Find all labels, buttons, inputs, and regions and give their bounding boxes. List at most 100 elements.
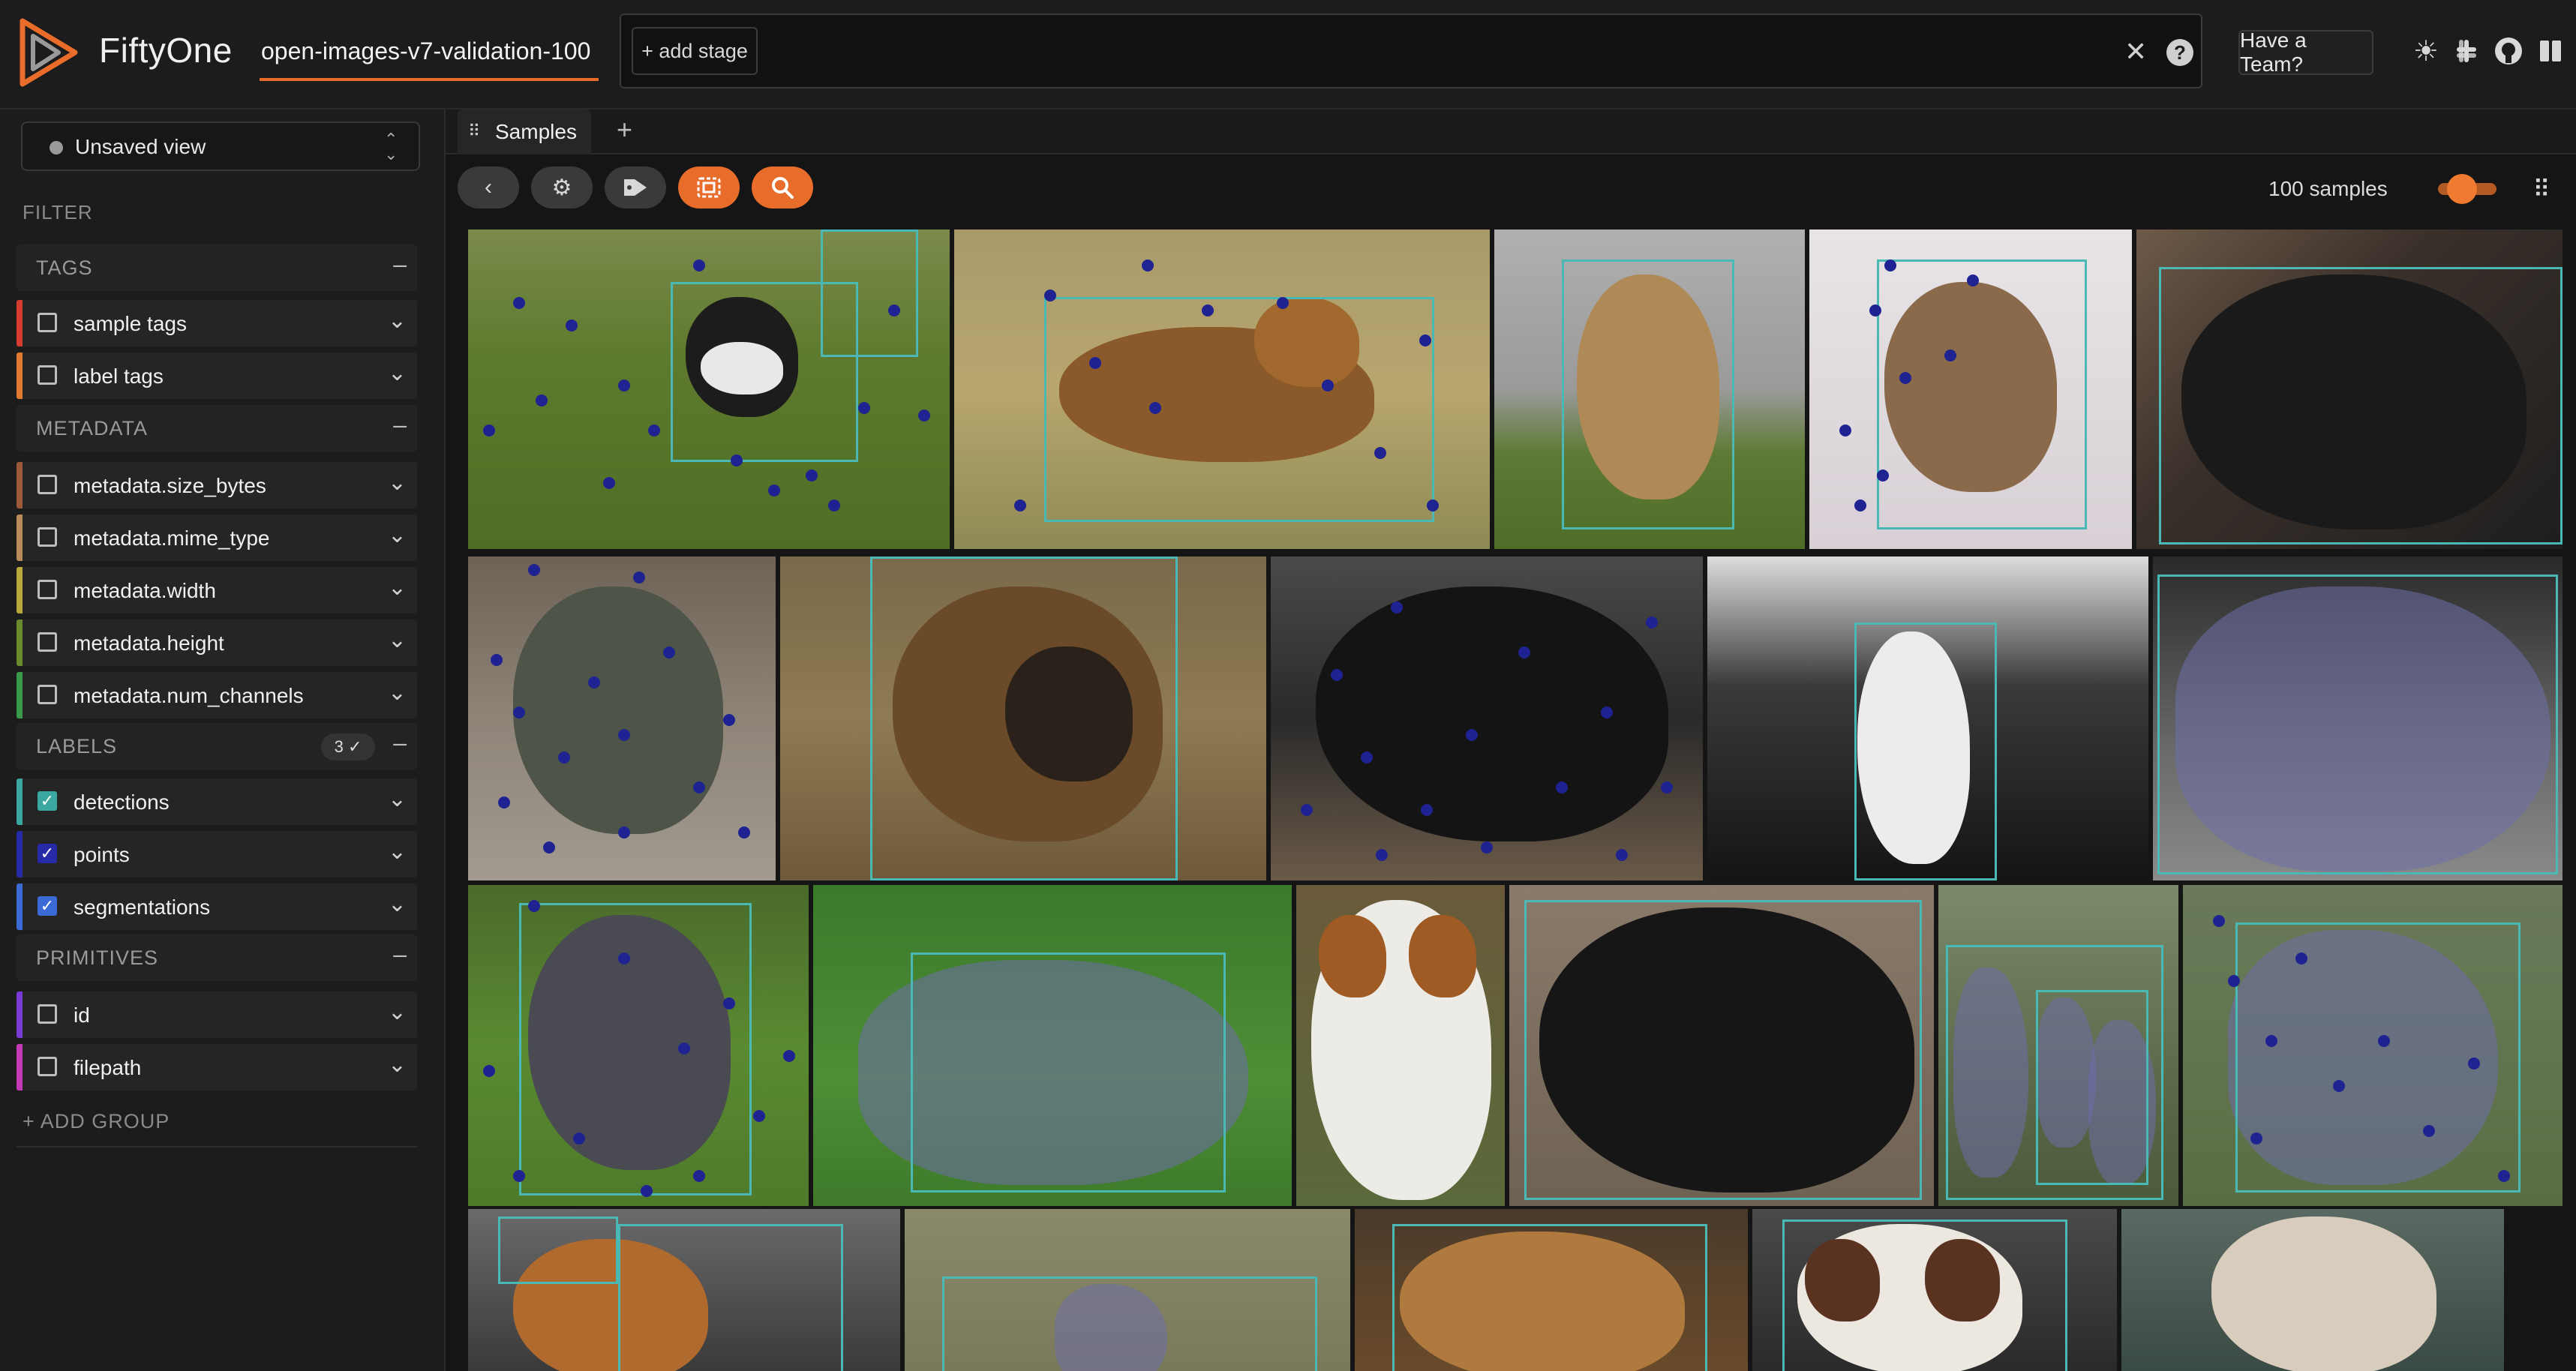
field-checkbox[interactable] xyxy=(38,527,57,547)
group-title: LABELS xyxy=(36,735,118,758)
field-row-points[interactable]: ✓ points ⌄ xyxy=(17,831,417,878)
field-row-label-tags[interactable]: label tags ⌄ xyxy=(17,352,417,399)
have-a-team-button[interactable]: Have a Team? xyxy=(2238,28,2373,76)
collapse-icon[interactable]: – xyxy=(393,411,407,439)
detection-box xyxy=(1562,260,1734,530)
sample-tile[interactable] xyxy=(954,230,1490,549)
field-checkbox[interactable] xyxy=(38,313,57,332)
field-checkbox-checked[interactable]: ✓ xyxy=(38,844,57,863)
field-checkbox[interactable] xyxy=(38,1057,57,1076)
github-icon[interactable] xyxy=(2492,34,2525,68)
sample-tile[interactable] xyxy=(905,1209,1350,1371)
sample-tile[interactable] xyxy=(1809,230,2132,549)
keypoint xyxy=(1142,260,1154,272)
detection-box xyxy=(498,1216,618,1284)
field-row-detections[interactable]: ✓ detections ⌄ xyxy=(17,778,417,825)
patches-icon[interactable] xyxy=(678,166,740,208)
sample-tile[interactable] xyxy=(1938,885,2178,1206)
sample-tile[interactable] xyxy=(468,556,776,880)
labels-count-badge[interactable]: 3 ✓ xyxy=(321,734,375,760)
chevron-down-icon[interactable]: ⌄ xyxy=(388,891,407,917)
view-stage-bar[interactable] xyxy=(620,14,2202,88)
collapse-icon[interactable]: – xyxy=(393,940,407,968)
field-checkbox[interactable] xyxy=(38,685,57,704)
detection-box xyxy=(1392,1224,1707,1371)
group-header-primitives[interactable]: PRIMITIVES – xyxy=(17,934,417,981)
sample-tile[interactable] xyxy=(1355,1209,1748,1371)
chevron-down-icon[interactable]: ⌄ xyxy=(388,838,407,865)
field-checkbox-checked[interactable]: ✓ xyxy=(38,791,57,811)
keypoint xyxy=(558,752,570,764)
slider-handle[interactable] xyxy=(2447,174,2477,204)
field-row-filepath[interactable]: filepath ⌄ xyxy=(17,1044,417,1090)
field-row-height[interactable]: metadata.height ⌄ xyxy=(17,620,417,666)
sample-tile[interactable] xyxy=(813,885,1292,1206)
slack-icon[interactable] xyxy=(2450,34,2483,68)
sample-tile[interactable] xyxy=(2153,556,2562,880)
dataset-selector[interactable]: open-images-v7-validation-100 xyxy=(261,38,590,65)
chevron-down-icon[interactable]: ⌄ xyxy=(388,999,407,1025)
field-checkbox[interactable] xyxy=(38,475,57,494)
keypoint xyxy=(806,470,818,482)
tag-icon[interactable] xyxy=(605,166,666,208)
keypoint xyxy=(1427,500,1439,512)
book-icon[interactable] xyxy=(2534,34,2567,68)
sample-tile[interactable] xyxy=(780,556,1266,880)
keypoint xyxy=(663,646,675,658)
help-icon[interactable]: ? xyxy=(2166,39,2193,66)
field-row-width[interactable]: metadata.width ⌄ xyxy=(17,567,417,614)
field-checkbox-checked[interactable]: ✓ xyxy=(38,896,57,916)
chevron-down-icon[interactable]: ⌄ xyxy=(388,786,407,812)
field-checkbox[interactable] xyxy=(38,1004,57,1024)
sample-tile[interactable] xyxy=(1296,885,1505,1206)
sample-tile[interactable] xyxy=(468,230,950,549)
group-header-metadata[interactable]: METADATA – xyxy=(17,405,417,452)
close-icon[interactable]: ✕ xyxy=(2124,36,2147,68)
field-row-id[interactable]: id ⌄ xyxy=(17,992,417,1038)
sun-icon[interactable]: ☀ xyxy=(2409,34,2442,68)
field-row-segmentations[interactable]: ✓ segmentations ⌄ xyxy=(17,884,417,930)
sample-tile[interactable] xyxy=(1752,1209,2117,1371)
sample-tile[interactable] xyxy=(468,1209,900,1371)
sample-tile[interactable] xyxy=(1707,556,2148,880)
field-checkbox[interactable] xyxy=(38,632,57,652)
sample-tile[interactable] xyxy=(1271,556,1703,880)
keypoint xyxy=(483,424,495,436)
keypoint xyxy=(1374,447,1386,459)
grid-icon[interactable]: ⠿ xyxy=(2528,176,2555,202)
sample-tile[interactable] xyxy=(468,885,809,1206)
field-checkbox[interactable] xyxy=(38,365,57,385)
gear-icon[interactable]: ⚙ xyxy=(531,166,593,208)
sample-tile[interactable] xyxy=(1494,230,1805,549)
sample-tile[interactable] xyxy=(1509,885,1934,1206)
add-panel-icon[interactable]: + xyxy=(617,114,632,146)
group-header-tags[interactable]: TAGS – xyxy=(17,244,417,291)
chevron-down-icon[interactable]: ⌄ xyxy=(388,680,407,706)
detection-box xyxy=(1782,1220,2067,1371)
field-row-sample-tags[interactable]: sample tags ⌄ xyxy=(17,300,417,346)
add-stage-button[interactable]: + add stage xyxy=(632,27,758,75)
field-row-mime-type[interactable]: metadata.mime_type ⌄ xyxy=(17,514,417,561)
chevron-down-icon[interactable]: ⌄ xyxy=(388,360,407,386)
add-group-button[interactable]: + ADD GROUP xyxy=(23,1110,170,1133)
chevron-left-icon[interactable]: ‹ xyxy=(458,166,519,208)
field-row-num-channels[interactable]: metadata.num_channels ⌄ xyxy=(17,672,417,718)
field-row-size-bytes[interactable]: metadata.size_bytes ⌄ xyxy=(17,462,417,508)
sample-tile[interactable] xyxy=(2121,1209,2504,1371)
chevron-down-icon[interactable]: ⌄ xyxy=(388,574,407,601)
chevron-down-icon[interactable]: ⌄ xyxy=(388,627,407,653)
field-checkbox[interactable] xyxy=(38,580,57,599)
detection-box xyxy=(942,1276,1317,1371)
collapse-icon[interactable]: – xyxy=(393,250,407,278)
sample-tile[interactable] xyxy=(2136,230,2562,549)
collapse-icon[interactable]: – xyxy=(393,729,407,757)
chevron-down-icon[interactable]: ⌄ xyxy=(388,470,407,496)
keypoint xyxy=(678,1042,690,1054)
chevron-down-icon[interactable]: ⌄ xyxy=(388,522,407,548)
fiftyone-logo[interactable] xyxy=(17,18,81,87)
sample-tile[interactable] xyxy=(2183,885,2562,1206)
chevron-down-icon[interactable]: ⌄ xyxy=(388,308,407,334)
field-color-bar xyxy=(17,352,23,399)
search-icon[interactable] xyxy=(752,166,813,208)
chevron-down-icon[interactable]: ⌄ xyxy=(388,1052,407,1078)
